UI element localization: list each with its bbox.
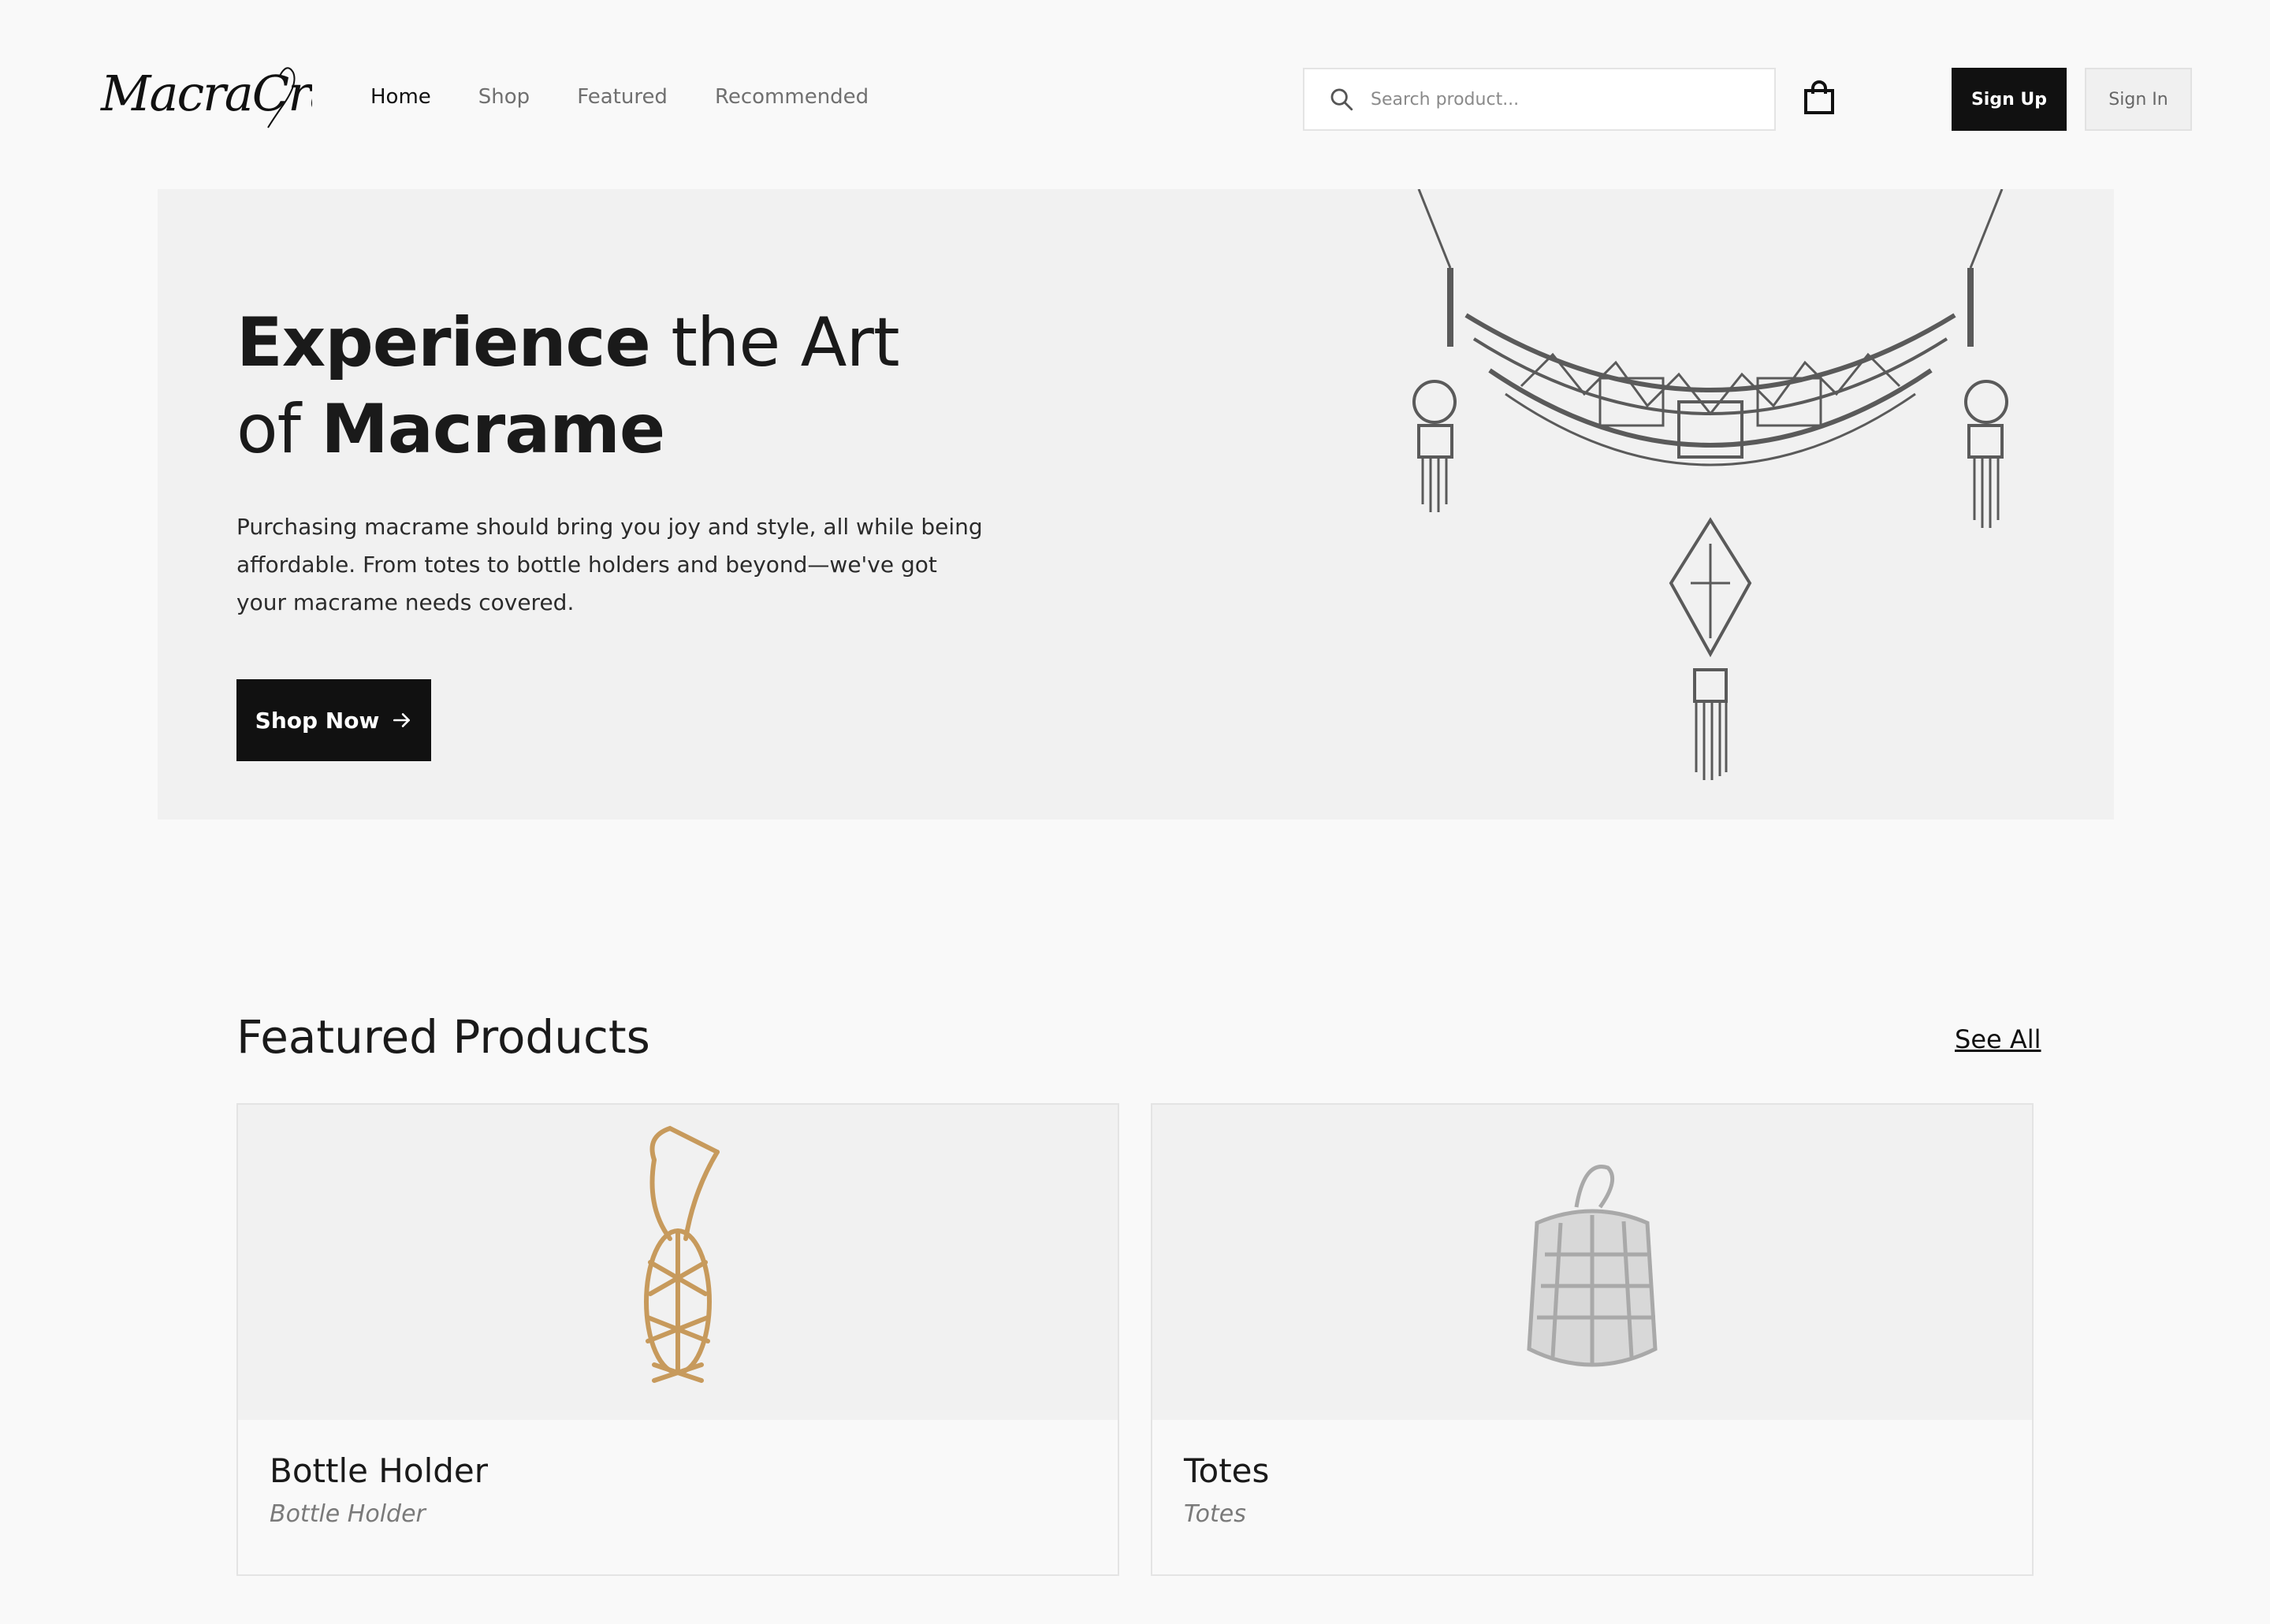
hero-title: Experience the Art of Macrame: [236, 299, 1103, 473]
search-input[interactable]: [1371, 69, 1774, 129]
nav-item-home[interactable]: Home: [370, 85, 431, 109]
hero-title-light-2: of: [236, 390, 322, 469]
see-all-link[interactable]: See All: [1955, 1024, 2041, 1054]
product-card-totes[interactable]: Totes Totes: [1151, 1103, 2034, 1576]
tote-bag-illustration: [1527, 1165, 1658, 1367]
hero-title-light-1: the Art: [649, 303, 899, 382]
hero-title-bold-1: Experience: [236, 303, 651, 382]
macrame-necklace-illustration: [1412, 188, 2008, 780]
hero-description: Purchasing macrame should bring you joy …: [236, 514, 983, 615]
featured-products-title: Featured Products: [236, 1010, 650, 1064]
sign-in-button[interactable]: Sign In: [2085, 68, 2192, 131]
product-name: Bottle Holder: [270, 1451, 489, 1490]
product-category: Totes: [1184, 1500, 1246, 1528]
product-image-totes: [1152, 1105, 2032, 1420]
nav-item-shop[interactable]: Shop: [478, 85, 530, 109]
arrow-right-icon: [393, 713, 411, 727]
hero-necklace-image: [1403, 188, 2018, 788]
shopping-bag-icon[interactable]: [1803, 80, 1835, 115]
hero-title-bold-2: Macrame: [321, 390, 665, 469]
main-nav: Home Shop Featured Recommended: [370, 85, 869, 109]
nav-item-featured[interactable]: Featured: [577, 85, 668, 109]
bottle-holder-illustration: [644, 1125, 720, 1383]
product-name: Totes: [1184, 1451, 1270, 1490]
sign-up-button[interactable]: Sign Up: [1952, 68, 2067, 131]
product-category: Bottle Holder: [270, 1500, 426, 1528]
search-box: [1303, 68, 1776, 131]
search-icon: [1330, 88, 1353, 111]
shop-now-label: Shop Now: [255, 707, 380, 734]
hero-banner: Experience the Art of Macrame Purchasing…: [158, 188, 2114, 819]
product-card-bottle-holder[interactable]: Bottle Holder Bottle Holder: [236, 1103, 1119, 1576]
page: MacraCraft Home Shop Featured Recommende…: [0, 0, 2270, 1624]
brand-logo-mark: MacraCraft: [100, 65, 375, 128]
product-image-bottle-holder: [238, 1105, 1118, 1420]
navbar: MacraCraft Home Shop Featured Recommende…: [0, 0, 2270, 197]
brand-logo[interactable]: MacraCraft: [99, 61, 375, 132]
nav-item-recommended[interactable]: Recommended: [715, 85, 869, 109]
svg-text:MacraCraft: MacraCraft: [100, 65, 312, 122]
shop-now-button[interactable]: Shop Now: [236, 679, 431, 761]
